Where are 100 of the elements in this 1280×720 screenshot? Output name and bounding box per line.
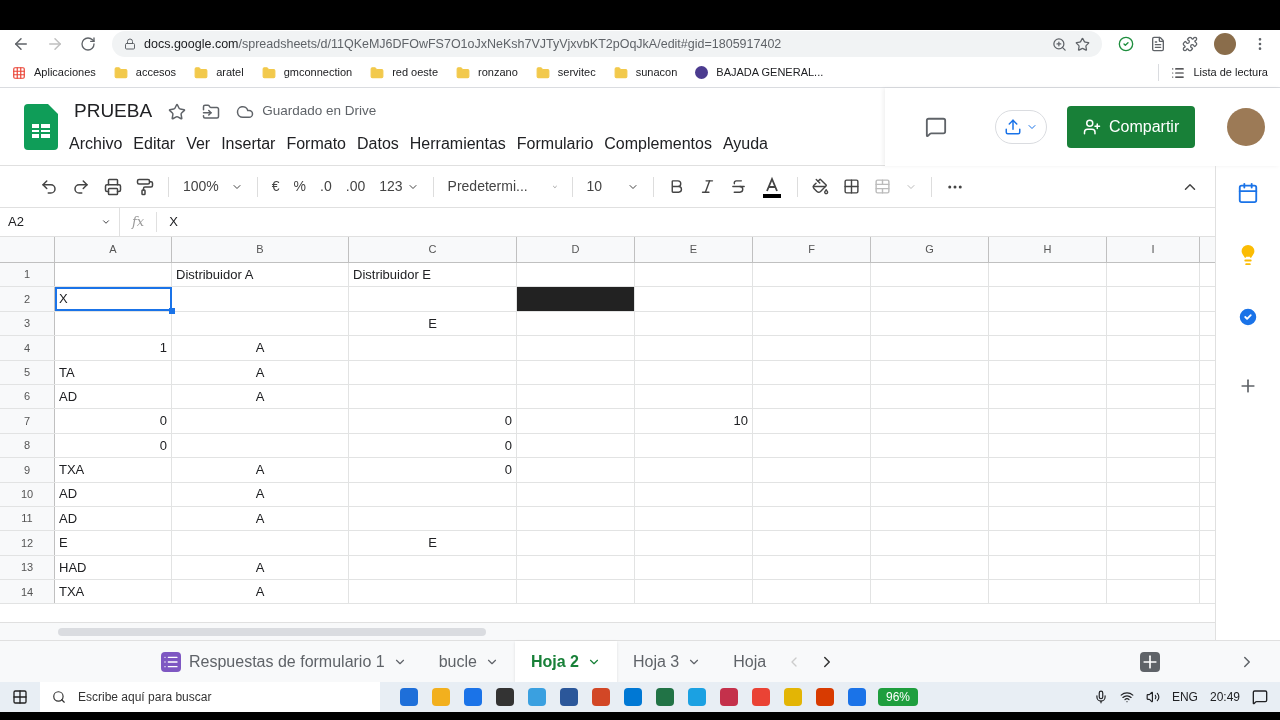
column-header[interactable]: A [55,237,172,262]
format-dropdown[interactable]: 123 [379,176,419,197]
row-header[interactable]: 9 [0,458,55,482]
taskbar-app-icon[interactable] [720,688,738,706]
name-box[interactable]: A2 [0,208,120,236]
row-header[interactable]: 1 [0,263,55,287]
menu-item[interactable]: Insertar [218,131,279,156]
menu-item[interactable]: Ver [183,131,214,156]
horizontal-scrollbar[interactable] [58,627,486,636]
row-header[interactable]: 12 [0,531,55,555]
bookmark-item[interactable]: sunacon [613,64,678,81]
merge-cells-icon[interactable] [873,178,891,195]
calendar-icon[interactable] [1237,182,1259,204]
menu-item[interactable]: Editar [130,131,179,156]
sheet-tab[interactable]: Respuestas de formulario 1 [145,641,423,682]
column-header[interactable]: I [1107,237,1200,262]
notifications-icon[interactable] [1252,689,1268,705]
profile-avatar[interactable] [1214,33,1236,55]
extensions-icon[interactable] [1182,36,1198,52]
extension-icon[interactable] [1118,36,1134,52]
column-header[interactable]: D [517,237,635,262]
profile-avatar[interactable] [1227,108,1266,146]
taskbar-app-icon[interactable] [656,688,674,706]
row-header[interactable]: 11 [0,506,55,531]
fill-color-icon[interactable] [811,178,829,195]
menu-item[interactable]: Archivo [66,131,126,156]
menu-item[interactable]: Herramientas [406,131,509,156]
extension-icon[interactable] [1150,36,1166,52]
row-header[interactable]: 7 [0,409,55,433]
borders-icon[interactable] [842,178,860,195]
sheet-tab[interactable]: Hoja 2 [514,641,617,682]
increase-decimals-button[interactable]: .00 [345,176,366,197]
taskbar-search-field[interactable]: Escribe aquí para buscar [40,682,380,712]
paint-format-icon[interactable] [136,177,154,196]
column-header[interactable]: C [349,237,517,262]
formula-input[interactable]: X [157,212,1215,232]
font-dropdown[interactable]: Predetermi... [447,176,558,197]
sheet-tab[interactable]: Hoja 3 [616,641,718,682]
taskbar-app-icon[interactable] [848,688,866,706]
taskbar-app-icon[interactable] [560,688,578,706]
clock[interactable]: 20:49 [1209,688,1240,706]
sheet-tab[interactable]: Hoja [717,641,783,682]
column-header[interactable]: G [871,237,989,262]
reload-icon[interactable] [80,36,96,52]
bookmark-item[interactable]: ronzano [456,64,518,81]
row-header[interactable]: 10 [0,482,55,506]
font-size-dropdown[interactable]: 10 [586,176,639,197]
row-header[interactable]: 2 [0,287,55,311]
language-indicator[interactable]: ENG [1171,688,1198,706]
comment-icon[interactable] [925,116,947,138]
bookmark-item[interactable]: aratel [194,64,244,81]
bookmark-item[interactable]: Aplicaciones [12,64,96,81]
zoom-dropdown[interactable]: 100% [183,176,243,197]
taskbar-app-icon[interactable] [400,688,418,706]
column-header[interactable]: F [753,237,871,262]
row-header[interactable]: 8 [0,433,55,458]
row-header[interactable]: 14 [0,580,55,604]
taskbar-app-icon[interactable] [464,688,482,706]
redo-icon[interactable] [72,177,90,196]
menu-item[interactable]: Datos [354,131,402,156]
row-header[interactable]: 13 [0,555,55,580]
menu-item[interactable]: Ayuda [719,131,771,156]
text-color-icon[interactable] [760,175,783,198]
column-header[interactable]: H [989,237,1107,262]
row-header[interactable]: 6 [0,384,55,409]
print-icon[interactable] [104,177,122,196]
star-icon[interactable] [168,102,187,121]
column-header[interactable]: B [172,237,349,262]
strikethrough-icon[interactable] [729,178,747,195]
fill-handle[interactable] [169,307,175,314]
address-field[interactable]: docs.google.com/spreadsheets/d/11QKeMJ6DFOwFS7O1oJxNeKsh7VJTyVjxvbKT2pOqJkA/edit#gid=1805917402 [112,31,1102,57]
bookmark-item[interactable]: accesos [113,64,177,81]
menu-item[interactable]: Formulario [513,131,597,156]
document-title[interactable]: PRUEBA [74,97,153,126]
menu-item[interactable]: Formato [283,131,349,156]
bookmark-item[interactable]: gmconnection [261,64,353,81]
percent-button[interactable]: % [293,176,307,197]
currency-button[interactable]: € [271,176,280,197]
row-header[interactable]: 4 [0,336,55,360]
back-icon[interactable] [12,35,30,53]
reading-list-button[interactable]: Lista de lectura [1158,64,1268,81]
menu-item[interactable]: Complementos [601,131,715,156]
explore-icon[interactable] [1140,651,1160,672]
windows-icon[interactable] [12,689,28,705]
column-header[interactable]: E [635,237,753,262]
row-header[interactable]: 5 [0,360,55,384]
move-folder-icon[interactable] [202,102,221,121]
row-header[interactable]: 3 [0,311,55,336]
undo-icon[interactable] [40,177,58,196]
sheet-tab[interactable]: bucle [422,641,515,682]
tasks-icon[interactable] [1237,306,1259,328]
bookmark-item[interactable]: red oeste [370,64,439,81]
bookmark-star-icon[interactable] [1075,36,1090,52]
share-button[interactable]: Compartir [1067,106,1196,148]
taskbar-app-icon[interactable] [624,688,642,706]
zoom-icon[interactable] [1052,36,1067,52]
taskbar-app-icon[interactable] [496,688,514,706]
bookmark-item[interactable]: servitec [535,64,596,81]
sheets-logo-icon[interactable] [24,103,58,150]
decrease-decimals-button[interactable]: .0 [320,176,332,197]
